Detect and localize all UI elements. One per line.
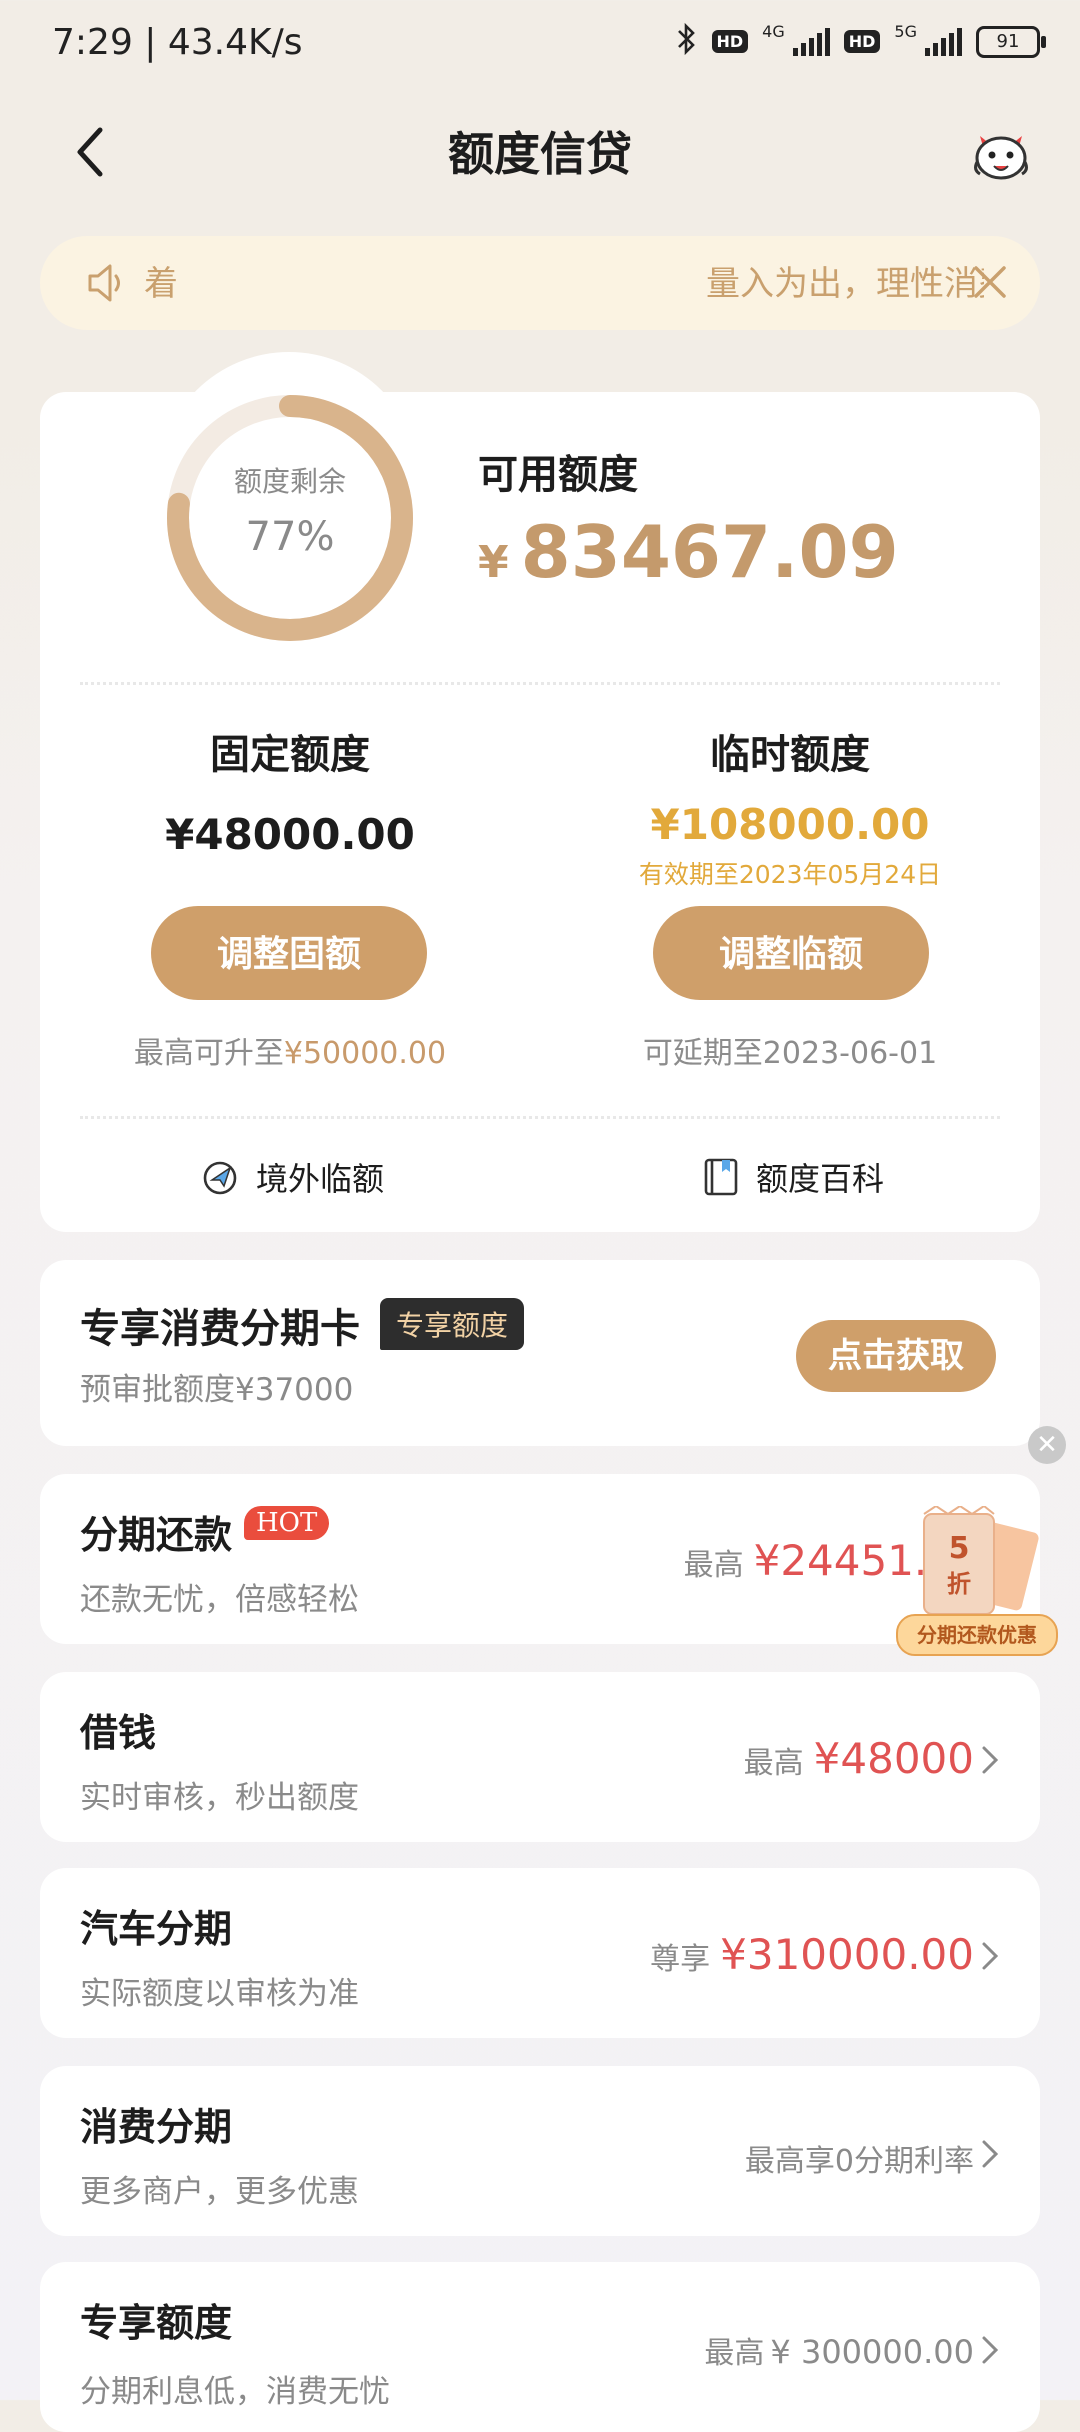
divider [80,682,1000,685]
list-item-amount-wrap: 尊享 ¥310000.00 [650,1930,974,1979]
hd-icon: HD [711,30,749,53]
fixed-credit-hint: 最高可升至¥50000.00 [40,1028,540,1072]
promo-number: 5 [949,1531,970,1566]
notice-ticker-start: 着 [144,264,178,304]
notice-text: 量入为出，理性消费 [706,264,984,304]
fixed-credit-amount: ¥48000.00 [165,810,415,859]
close-promo-icon[interactable]: ✕ [1028,1426,1066,1464]
list-item-subtitle: 实际额度以审核为准 [80,1976,359,2012]
book-icon [704,1158,738,1196]
temp-credit-title: 临时额度 [710,732,870,778]
available-amount-value: 83467.09 [520,510,899,594]
special-installment-card[interactable]: 专享消费分期卡 专享额度 预审批额度¥37000 点击获取 [40,1260,1040,1446]
promo-label: 分期还款优惠 [896,1614,1058,1656]
available-credit-label: 可用额度 [478,452,638,498]
speaker-icon [84,260,130,306]
overseas-temp-credit-label: 境外临额 [256,1160,385,1198]
notice-bar: 着 量入为出，理性消费 [40,236,1040,330]
adjust-temp-credit-button[interactable]: 调整临额 [653,906,929,1000]
amount-value: ¥310000.00 [720,1930,974,1979]
temp-credit-hint: 可延期至2023-06-01 [642,1036,938,1071]
status-time: 7:29 | 43.4K/s [52,22,303,63]
list-item-subtitle: 分期利息低，消费无忧 [80,2374,390,2410]
available-credit-amount: ¥83467.09 [478,510,899,594]
mascot-avatar-icon[interactable] [970,122,1032,184]
overseas-temp-credit-link[interactable]: 境外临额 [200,1154,384,1200]
globe-plane-icon [203,1161,237,1195]
amount-value: ¥48000 [813,1734,974,1783]
network-type-label: 4G [762,22,785,41]
list-item-title: 消费分期 [80,2105,233,2149]
divider [80,1116,1000,1119]
signal-icon [792,27,830,56]
list-item-installment-repayment[interactable]: 分期还款 HOT 还款无忧，倍感轻松 最高 ¥24451.0 [40,1474,1040,1644]
special-card-title: 专享消费分期卡 [80,1306,360,1352]
chevron-right-icon [982,1942,999,1970]
list-item-amount-wrap: 最高 ¥ 300000.00 [704,2328,974,2372]
signal-icon [925,27,962,56]
amount-prefix: 最高 [683,1548,744,1583]
chevron-right-icon [982,1746,999,1774]
ring-label: 额度剩余 [233,465,346,498]
amount-prefix: 最高享0分期利率 [744,2144,974,2179]
list-item-subtitle: 更多商户，更多优惠 [80,2174,359,2210]
credit-summary-card: 额度剩余 77% 可用额度 ¥83467.09 固定额度 ¥48000.00 临… [40,352,1040,1232]
amount-value: ¥ 300000.00 [770,2333,974,2371]
hd-icon: HD [843,30,881,53]
currency-symbol: ¥ [478,537,509,588]
chevron-right-icon [982,2140,999,2168]
list-item-subtitle: 实时审核，秒出额度 [80,1780,359,1816]
battery-icon: 91 [976,25,1046,58]
fixed-credit-column: 固定额度 ¥48000.00 [40,722,540,859]
list-item-amount-wrap: 最高 ¥48000 [744,1734,974,1783]
get-now-button[interactable]: 点击获取 [796,1320,996,1392]
promo-unit: 折 [947,1570,971,1598]
temp-credit-column: 临时额度 ¥108000.00 有效期至2023年05月24日 [540,722,1040,891]
list-item-amount-wrap: 最高享0分期利率 [745,2136,974,2180]
network-type-label: 5G [894,22,917,41]
chevron-right-icon [982,2336,999,2364]
list-item-title: 分期还款 [80,1513,233,1557]
list-item-title: 专享额度 [80,2301,233,2345]
temp-credit-validity: 有效期至2023年05月24日 [638,860,942,889]
temp-credit-amount: ¥108000.00 [650,800,930,849]
list-item-title: 汽车分期 [80,1907,233,1951]
list-item-exclusive-credit[interactable]: 专享额度 分期利息低，消费无忧 最高 ¥ 300000.00 [40,2262,1040,2432]
list-item-title: 借钱 [80,1711,157,1755]
list-item-consumer-installment[interactable]: 消费分期 更多商户，更多优惠 最高享0分期利率 [40,2066,1040,2236]
ring-percent: 77% [245,514,335,560]
hot-badge: HOT [244,1506,330,1540]
amount-prefix: 最高 [704,2336,765,2371]
fixed-hint-prefix: 最高可升至 [133,1036,284,1071]
fixed-credit-title: 固定额度 [210,732,370,778]
list-item-car-installment[interactable]: 汽车分期 实际额度以审核为准 尊享 ¥310000.00 [40,1868,1040,2038]
special-credit-badge: 专享额度 [380,1298,525,1350]
amount-prefix: 尊享 [650,1942,711,1977]
credit-wiki-label: 额度百科 [756,1160,885,1198]
list-item-borrow[interactable]: 借钱 实时审核，秒出额度 最高 ¥48000 [40,1672,1040,1842]
credit-wiki-link[interactable]: 额度百科 [700,1154,884,1200]
bluetooth-icon [676,22,698,61]
repayment-discount-promo[interactable]: 5 折 分期还款优惠 [896,1506,1058,1658]
list-item-subtitle: 还款无忧，倍感轻松 [80,1582,359,1618]
fixed-hint-amount: ¥50000.00 [283,1036,447,1071]
page-title: 额度信贷 [448,127,632,181]
status-icons: HD 4G HD 5G 91 [676,22,1046,61]
close-icon[interactable] [970,262,1010,302]
status-bar: 7:29 | 43.4K/s HD 4G HD 5G 91 [0,0,1080,90]
amount-prefix: 最高 [743,1746,804,1781]
special-card-subtitle: 预审批额度¥37000 [80,1372,354,1408]
discount-ticket-icon: 5 折 [923,1506,1039,1615]
adjust-fixed-credit-button[interactable]: 调整固额 [151,906,427,1000]
